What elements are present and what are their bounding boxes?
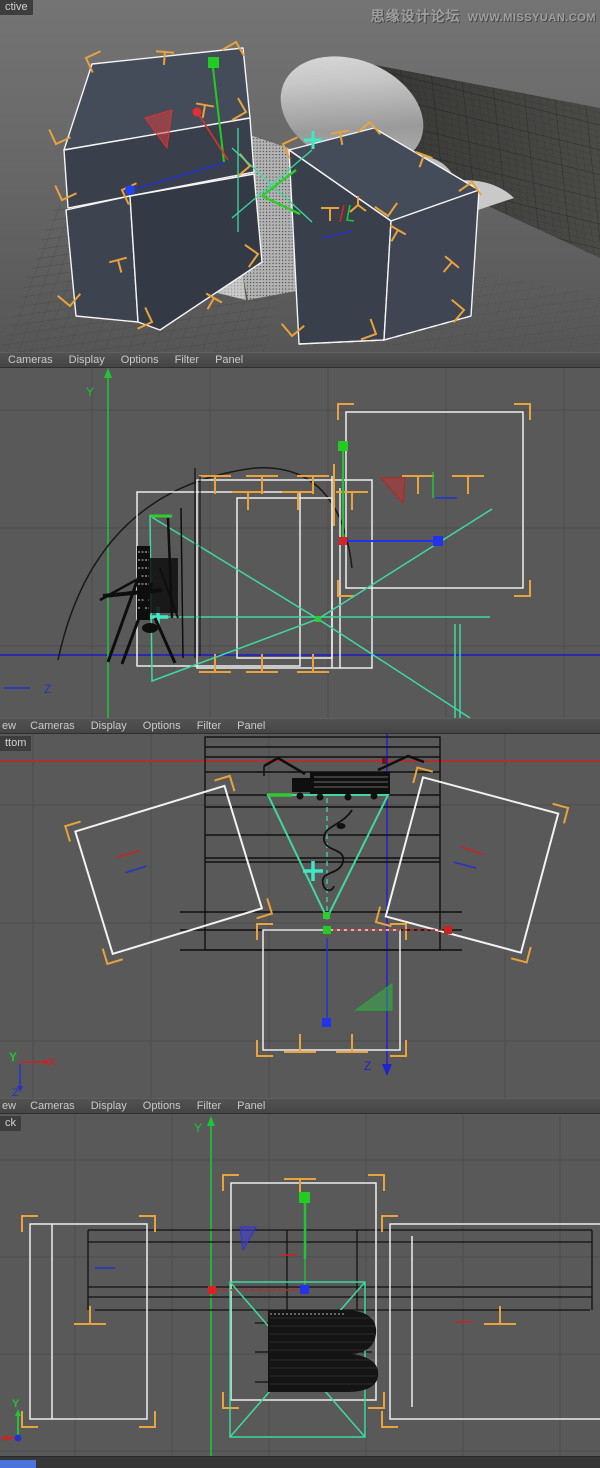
- watermark: 思缘设计论坛 WWW.MISSYUAN.COM: [371, 6, 596, 26]
- svg-text:X: X: [48, 1055, 56, 1069]
- menu-filter[interactable]: Filter: [189, 1099, 229, 1113]
- rolled-object: [268, 1310, 379, 1392]
- menu-view-partial[interactable]: ew: [0, 719, 22, 733]
- svg-text:Z: Z: [44, 682, 51, 696]
- menu-view-partial[interactable]: ew: [0, 1099, 22, 1113]
- viewport-perspective-canvas[interactable]: [0, 0, 600, 352]
- viewport-bottom-canvas[interactable]: Z Y X Z: [0, 734, 600, 1098]
- menu-panel[interactable]: Panel: [229, 1099, 273, 1113]
- menu-panel[interactable]: Panel: [229, 719, 273, 733]
- menubar-bottom: ew Cameras Display Options Filter Panel: [0, 1098, 600, 1114]
- viewport-back-canvas[interactable]: Y Y: [0, 1114, 600, 1468]
- viewport-label-bottom: ttom: [0, 736, 32, 751]
- watermark-site-url: WWW.MISSYUAN.COM: [467, 12, 596, 24]
- menu-display[interactable]: Display: [83, 1099, 135, 1113]
- viewport-perspective: [0, 0, 600, 352]
- viewport-side: Y Z: [0, 368, 600, 718]
- menu-cameras[interactable]: Cameras: [0, 353, 61, 367]
- menu-display[interactable]: Display: [83, 719, 135, 733]
- timeline-selection-chip: [0, 1460, 36, 1468]
- menu-options[interactable]: Options: [135, 1099, 189, 1113]
- svg-text:Y: Y: [86, 385, 94, 399]
- cable-plug: [336, 823, 346, 829]
- viewport-label-back: ck: [0, 1116, 21, 1131]
- menu-cameras[interactable]: Cameras: [22, 719, 83, 733]
- svg-text:Y: Y: [194, 1121, 202, 1135]
- menu-filter[interactable]: Filter: [167, 353, 207, 367]
- menu-options[interactable]: Options: [135, 719, 189, 733]
- svg-text:Z: Z: [12, 1087, 19, 1098]
- watermark-site-name: 思缘设计论坛: [370, 8, 461, 24]
- menu-cameras[interactable]: Cameras: [22, 1099, 83, 1113]
- viewport-label-perspective: ctive: [0, 0, 33, 15]
- svg-text:Y: Y: [12, 1398, 20, 1410]
- cinema4d-four-view-layout: { "watermark": { "site_cn": "思缘设计论坛", "s…: [0, 0, 600, 1468]
- menu-options[interactable]: Options: [113, 353, 167, 367]
- menu-panel[interactable]: Panel: [207, 353, 251, 367]
- menu-display[interactable]: Display: [61, 353, 113, 367]
- viewport-side-canvas[interactable]: Y Z: [0, 368, 600, 718]
- bottom-panel-edge: [0, 1456, 600, 1468]
- viewport-back: Y Y: [0, 1114, 600, 1468]
- menubar-side: ew Cameras Display Options Filter Panel: [0, 718, 600, 734]
- svg-text:Z: Z: [364, 1059, 371, 1073]
- viewport-bottom: Z Y X Z: [0, 734, 600, 1098]
- svg-text:Y: Y: [9, 1050, 17, 1064]
- menu-filter[interactable]: Filter: [189, 719, 229, 733]
- menubar-perspective: Cameras Display Options Filter Panel: [0, 352, 600, 368]
